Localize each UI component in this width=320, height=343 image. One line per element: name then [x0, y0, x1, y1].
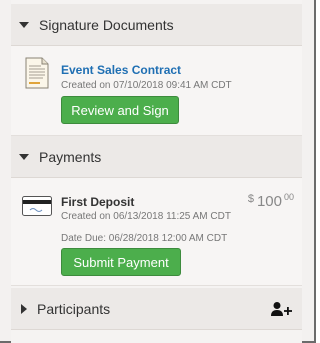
signature-documents-header[interactable]: Signature Documents: [11, 4, 302, 46]
section-title: Participants: [37, 300, 111, 317]
payment-name: First Deposit: [61, 195, 135, 209]
caret-right-icon: [21, 303, 27, 314]
document-created-date: Created on 07/10/2018 09:41 AM CDT: [61, 80, 232, 91]
caret-down-icon: [19, 153, 29, 160]
review-and-sign-button[interactable]: Review and Sign: [61, 96, 179, 124]
payment-created-date: Created on 06/13/2018 11:25 AM CDT: [61, 211, 231, 222]
document-icon: [25, 57, 49, 89]
submit-payment-button[interactable]: Submit Payment: [61, 248, 181, 276]
side-panel: Signature Documents Event Sales Contract…: [11, 0, 302, 343]
add-person-icon[interactable]: [270, 301, 292, 317]
amount-currency: $: [247, 193, 254, 205]
participants-header[interactable]: Participants: [11, 288, 302, 330]
credit-card-icon: [22, 196, 52, 216]
section-title: Payments: [39, 148, 102, 165]
document-link[interactable]: Event Sales Contract: [61, 63, 181, 77]
payments-body: First Deposit Created on 06/13/2018 11:2…: [11, 178, 302, 286]
payments-header[interactable]: Payments: [11, 136, 302, 178]
section-title: Signature Documents: [39, 16, 174, 33]
signature-documents-body: Event Sales Contract Created on 07/10/20…: [11, 46, 302, 136]
amount-cents: 00: [283, 192, 294, 202]
caret-down-icon: [19, 21, 29, 28]
amount-whole: 100: [256, 193, 282, 210]
payment-due-date: Date Due: 06/28/2018 12:00 AM CDT: [61, 233, 228, 244]
payment-amount: $100 00: [248, 192, 294, 210]
